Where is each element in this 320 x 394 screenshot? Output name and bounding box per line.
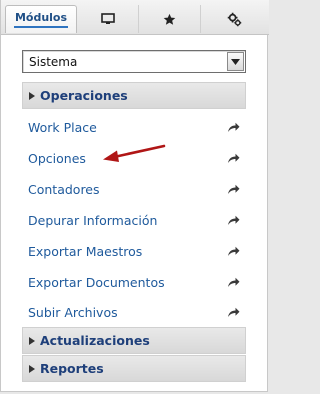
module-select-value: Sistema [29,55,78,69]
share-arrow-icon [228,246,240,256]
tab-favorites[interactable] [139,5,201,33]
menu-item-label: Depurar Información [28,212,158,228]
tab-settings[interactable] [201,5,267,33]
section-actualizaciones[interactable]: Actualizaciones [22,327,246,354]
menu-item-label: Exportar Documentos [28,274,165,290]
menu-item-work-place[interactable]: Work Place [22,115,246,139]
share-arrow-icon [228,184,240,194]
menu-item-exportar-documentos[interactable]: Exportar Documentos [22,270,246,294]
share-arrow-icon [228,215,240,225]
menu-item-label: Opciones [28,150,86,166]
section-reportes-label: Reportes [40,361,104,376]
menu-item-contadores[interactable]: Contadores [22,177,246,201]
share-arrow-icon [228,307,240,317]
menu-item-depurar-informacion[interactable]: Depurar Información [22,208,246,232]
menu-item-subir-archivos[interactable]: Subir Archivos [22,300,246,324]
gears-icon [227,12,242,27]
share-arrow-icon [228,122,240,132]
chevron-down-icon [231,58,240,65]
menu-item-label: Subir Archivos [28,304,118,320]
module-select[interactable]: Sistema [22,50,246,73]
section-actualizaciones-label: Actualizaciones [40,333,150,348]
tab-modulos-label: Módulos [13,11,69,28]
caret-right-icon [29,364,35,373]
share-arrow-icon [228,153,240,163]
section-reportes[interactable]: Reportes [22,355,246,382]
monitor-icon [100,13,115,25]
tab-modulos[interactable]: Módulos [5,5,77,33]
caret-right-icon [29,91,35,100]
menu-item-exportar-maestros[interactable]: Exportar Maestros [22,239,246,263]
section-operaciones-label: Operaciones [40,88,128,103]
annotation-arrow-icon [103,144,166,162]
select-dropdown-button[interactable] [227,52,244,71]
section-operaciones[interactable]: Operaciones [22,82,246,109]
caret-right-icon [29,336,35,345]
menu-item-label: Work Place [28,119,97,135]
star-icon [163,13,176,26]
share-arrow-icon [228,277,240,287]
menu-item-label: Exportar Maestros [28,243,143,259]
modules-panel: Módulos Sistema Operaciones Work Place O… [0,0,269,392]
tab-monitor[interactable] [77,5,139,33]
menu-item-label: Contadores [28,181,100,197]
tab-bar: Módulos [1,0,269,35]
